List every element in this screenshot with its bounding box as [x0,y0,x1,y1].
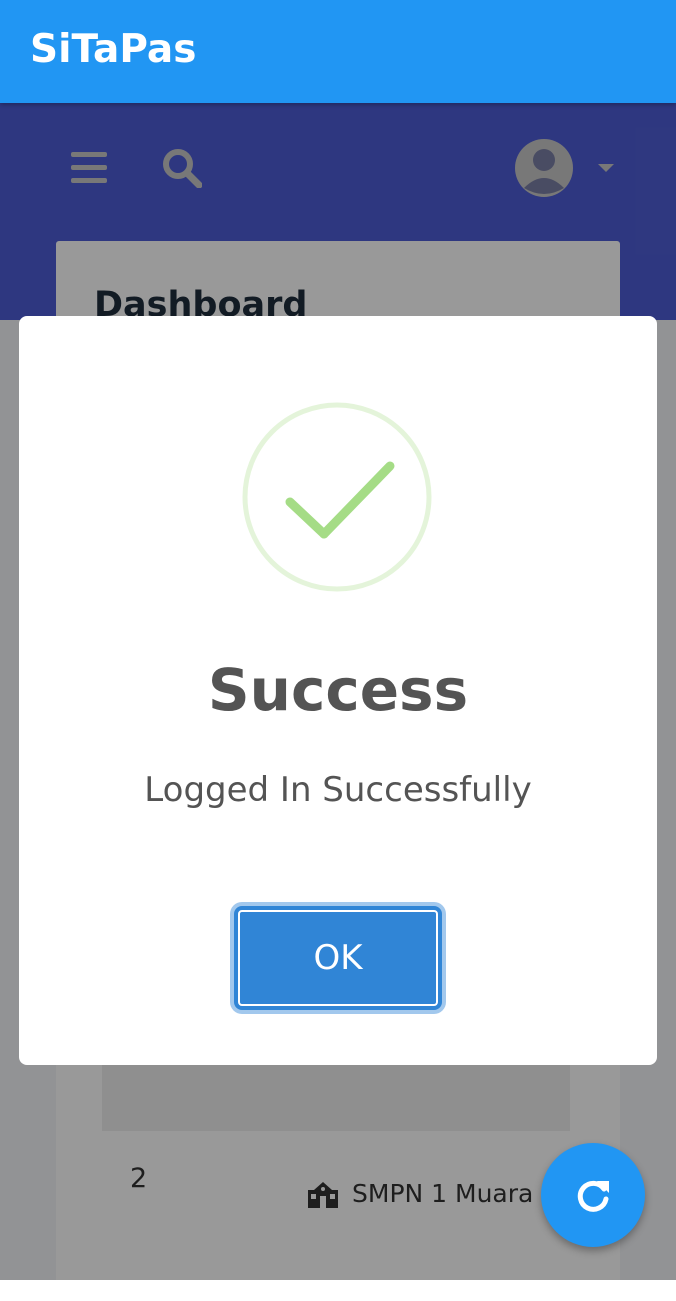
dialog-title: Success [207,656,469,724]
refresh-button[interactable] [541,1143,645,1247]
dialog-message: Logged In Successfully [144,770,532,810]
app-bar: SiTaPas [0,0,676,103]
refresh-icon [577,1180,609,1212]
success-check-icon [242,402,432,592]
app-title: SiTaPas [30,27,197,72]
success-dialog: Success Logged In Successfully OK [19,316,657,1065]
ok-button[interactable]: OK [234,906,442,1010]
